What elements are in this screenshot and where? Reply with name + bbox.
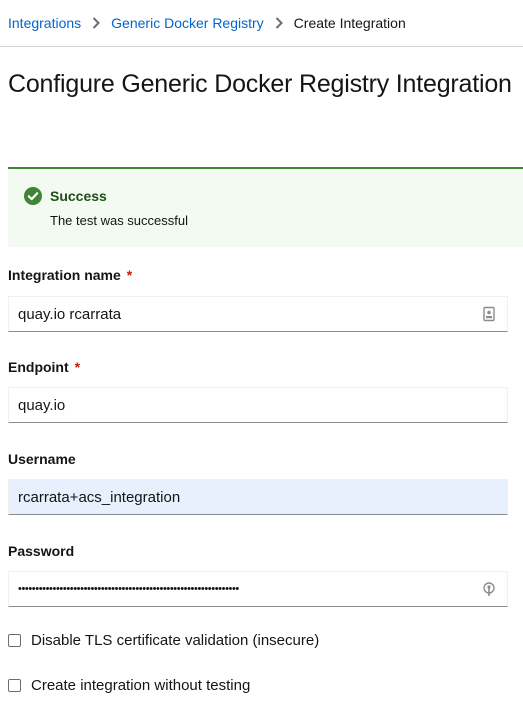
integration-name-field[interactable]: quay.io rcarrata <box>8 296 508 332</box>
required-marker: * <box>126 267 133 283</box>
alert-title: Success <box>50 188 107 204</box>
breadcrumb-generic-docker-registry[interactable]: Generic Docker Registry <box>111 15 264 31</box>
check-circle-icon <box>24 187 42 205</box>
skip-test-option[interactable]: Create integration without testing <box>8 677 250 694</box>
skip-test-label: Create integration without testing <box>31 677 251 694</box>
password-manager-key-icon[interactable] <box>481 581 497 597</box>
alert-description: The test was successful <box>50 213 188 228</box>
success-alert: Success The test was successful <box>8 167 523 247</box>
username-label: Username <box>8 451 76 467</box>
page-title: Configure Generic Docker Registry Integr… <box>8 70 512 98</box>
disable-tls-option[interactable]: Disable TLS certificate validation (inse… <box>8 632 319 649</box>
password-field[interactable]: ••••••••••••••••••••••••••••••••••••••••… <box>8 571 508 607</box>
endpoint-label: Endpoint * <box>8 359 80 375</box>
required-marker: * <box>74 359 81 375</box>
password-value: ••••••••••••••••••••••••••••••••••••••••… <box>18 583 239 595</box>
breadcrumb-current: Create Integration <box>293 15 406 31</box>
breadcrumb: Integrations Generic Docker Registry Cre… <box>0 0 523 47</box>
integration-name-value: quay.io rcarrata <box>18 305 122 323</box>
password-label: Password <box>8 543 75 559</box>
integration-name-label-text: Integration name <box>8 267 121 283</box>
username-field[interactable]: rcarrata+acs_integration <box>8 479 508 515</box>
disable-tls-label: Disable TLS certificate validation (inse… <box>31 632 320 649</box>
endpoint-value: quay.io <box>18 396 66 414</box>
username-value: rcarrata+acs_integration <box>18 488 181 506</box>
endpoint-label-text: Endpoint <box>8 359 69 375</box>
disable-tls-checkbox[interactable] <box>8 634 21 647</box>
chevron-right-icon <box>81 17 111 29</box>
skip-test-checkbox[interactable] <box>8 679 21 692</box>
chevron-right-icon <box>264 17 294 29</box>
integration-name-label: Integration name * <box>8 267 132 283</box>
breadcrumb-integrations[interactable]: Integrations <box>8 15 81 31</box>
endpoint-field[interactable]: quay.io <box>8 387 508 423</box>
password-manager-icon[interactable] <box>481 306 497 322</box>
